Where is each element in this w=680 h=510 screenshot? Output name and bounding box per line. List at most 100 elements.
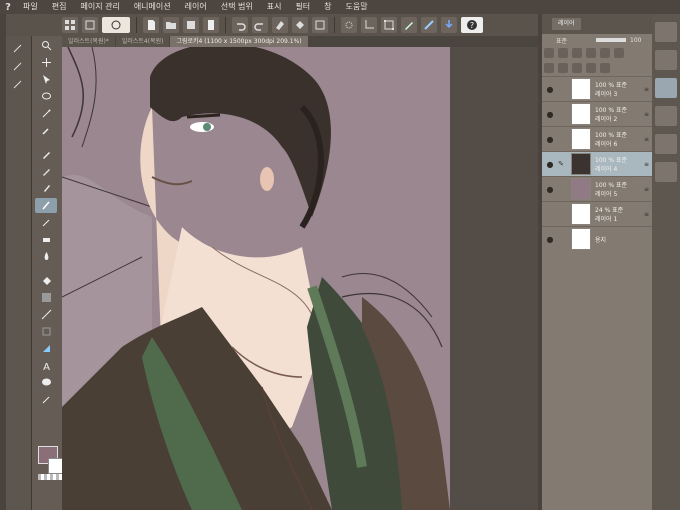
erase-icon[interactable] <box>272 17 288 33</box>
text-tool-icon[interactable]: A <box>35 358 57 373</box>
lock-icon[interactable] <box>572 48 582 58</box>
new-folder-icon[interactable] <box>572 63 582 73</box>
eraser-tool-icon[interactable] <box>35 232 57 247</box>
menu-view[interactable]: 표시 <box>260 0 289 14</box>
new-vector-layer-icon[interactable] <box>558 63 568 73</box>
3d-icon[interactable] <box>655 134 677 154</box>
menu-file[interactable]: 파일 <box>16 0 45 14</box>
export-icon[interactable] <box>82 17 98 33</box>
layer-menu-icon[interactable]: ≡ <box>644 86 652 93</box>
subtool-icon[interactable] <box>12 42 24 54</box>
layer-panel-icon[interactable] <box>655 78 677 98</box>
selection-icon[interactable] <box>341 17 357 33</box>
merge-down-icon[interactable] <box>586 63 596 73</box>
layer-menu-icon[interactable]: ≡ <box>644 111 652 118</box>
layer-row[interactable]: 24 % 표준 레이어 1 ≡ <box>542 201 652 226</box>
zoom-icon[interactable] <box>35 38 57 53</box>
opacity-slider[interactable] <box>596 38 626 42</box>
opacity-value[interactable]: 100 <box>630 37 641 44</box>
magic-wand-icon[interactable] <box>35 106 57 121</box>
paper-layer-row[interactable]: ● 용지 <box>542 226 652 251</box>
fill-icon[interactable] <box>292 17 308 33</box>
app-logo-icon[interactable]: ? <box>0 0 16 14</box>
layer-row[interactable]: ● 100 % 표준 레이어 6 ≡ <box>542 126 652 151</box>
canvas-area[interactable] <box>62 47 538 510</box>
document-icon[interactable] <box>203 17 219 33</box>
menu-window[interactable]: 창 <box>317 0 338 14</box>
menu-layer[interactable]: 레이어 <box>178 0 214 14</box>
layout-icon[interactable] <box>62 17 78 33</box>
redo-icon[interactable] <box>252 17 268 33</box>
move-icon[interactable] <box>35 55 57 70</box>
layer-row[interactable]: ● 100 % 표준 레이어 5 ≡ <box>542 176 652 201</box>
transform-icon[interactable] <box>312 17 328 33</box>
menu-filter[interactable]: 필터 <box>288 0 317 14</box>
layer-menu-icon[interactable]: ≡ <box>644 186 652 193</box>
settings-icon[interactable] <box>655 162 677 182</box>
subtool-icon[interactable] <box>12 78 24 90</box>
airbrush-tool-icon[interactable] <box>35 198 57 213</box>
lasso-icon[interactable] <box>35 89 57 104</box>
new-layer-icon[interactable] <box>544 63 554 73</box>
material-icon[interactable] <box>655 106 677 126</box>
clip-studio-icon[interactable] <box>102 17 130 33</box>
tab-document[interactable]: 일러스트4(복원) <box>115 36 170 47</box>
menu-selection[interactable]: 선택 범위 <box>214 0 260 14</box>
visibility-eye-icon[interactable]: ● <box>545 110 555 119</box>
menu-animation[interactable]: 애니메이션 <box>127 0 178 14</box>
ruler-tool-icon[interactable] <box>35 341 57 356</box>
layer-name: 레이어 6 <box>595 141 618 148</box>
visibility-eye-icon[interactable]: ● <box>545 185 555 194</box>
tab-document[interactable]: 일러스트(복원)* <box>62 36 115 47</box>
gradient-tool-icon[interactable] <box>35 290 57 305</box>
brush-tool-icon[interactable] <box>35 181 57 196</box>
visibility-eye-icon[interactable]: ● <box>545 160 555 169</box>
menu-help[interactable]: 도움말 <box>339 0 375 14</box>
layer-menu-icon[interactable]: ≡ <box>644 211 652 218</box>
pen-icon[interactable] <box>401 17 417 33</box>
fill-tool-icon[interactable] <box>35 273 57 288</box>
tab-document-active[interactable]: 그림로키4 (1100 x 1500px 300dpi 209.1%) <box>170 36 308 47</box>
layer-row-selected[interactable]: ● ✎ 100 % 표준 레이어 4 ≡ <box>542 151 652 176</box>
visibility-eye-icon[interactable]: ● <box>545 135 555 144</box>
layer-property-icon[interactable] <box>655 50 677 70</box>
visibility-eye-icon[interactable]: ● <box>545 85 555 94</box>
undo-icon[interactable] <box>232 17 248 33</box>
delete-layer-icon[interactable] <box>600 63 610 73</box>
ruler-icon[interactable] <box>421 17 437 33</box>
open-folder-icon[interactable] <box>163 17 179 33</box>
layer-menu-icon[interactable]: ≡ <box>644 161 652 168</box>
transform-box-icon[interactable] <box>381 17 397 33</box>
mask-icon[interactable] <box>600 48 610 58</box>
blend-mode-select[interactable]: 표준 <box>556 36 596 45</box>
reference-icon[interactable] <box>558 48 568 58</box>
navigator-icon[interactable] <box>655 22 677 42</box>
clip-icon[interactable] <box>544 48 554 58</box>
lock-transparent-icon[interactable] <box>586 48 596 58</box>
layer-menu-icon[interactable]: ≡ <box>644 136 652 143</box>
transparent-color-swatch[interactable] <box>38 474 64 480</box>
download-icon[interactable] <box>441 17 457 33</box>
pencil-tool-icon[interactable] <box>35 164 57 179</box>
object-select-icon[interactable] <box>35 72 57 87</box>
tab-layer[interactable]: 레이어 <box>552 18 581 30</box>
layer-row[interactable]: ● 100 % 표준 레이어 2 ≡ <box>542 101 652 126</box>
eyedropper-icon[interactable] <box>35 123 57 138</box>
pen-tool-icon[interactable] <box>35 147 57 162</box>
layer-row[interactable]: ● 100 % 표준 레이어 3 ≡ <box>542 76 652 101</box>
correct-line-tool-icon[interactable] <box>35 392 57 407</box>
balloon-tool-icon[interactable] <box>35 375 57 390</box>
save-icon[interactable] <box>183 17 199 33</box>
decoration-tool-icon[interactable] <box>35 215 57 230</box>
visibility-eye-icon[interactable]: ● <box>545 235 555 244</box>
crop-icon[interactable] <box>361 17 377 33</box>
menu-page[interactable]: 페이지 관리 <box>73 0 126 14</box>
help-icon[interactable]: ? <box>461 17 483 33</box>
blend-tool-icon[interactable] <box>35 249 57 264</box>
new-file-icon[interactable] <box>143 17 159 33</box>
figure-tool-icon[interactable] <box>35 307 57 322</box>
menu-edit[interactable]: 편집 <box>45 0 74 14</box>
frame-tool-icon[interactable] <box>35 324 57 339</box>
subtool-icon[interactable] <box>12 60 24 72</box>
ruler-range-icon[interactable] <box>614 48 624 58</box>
